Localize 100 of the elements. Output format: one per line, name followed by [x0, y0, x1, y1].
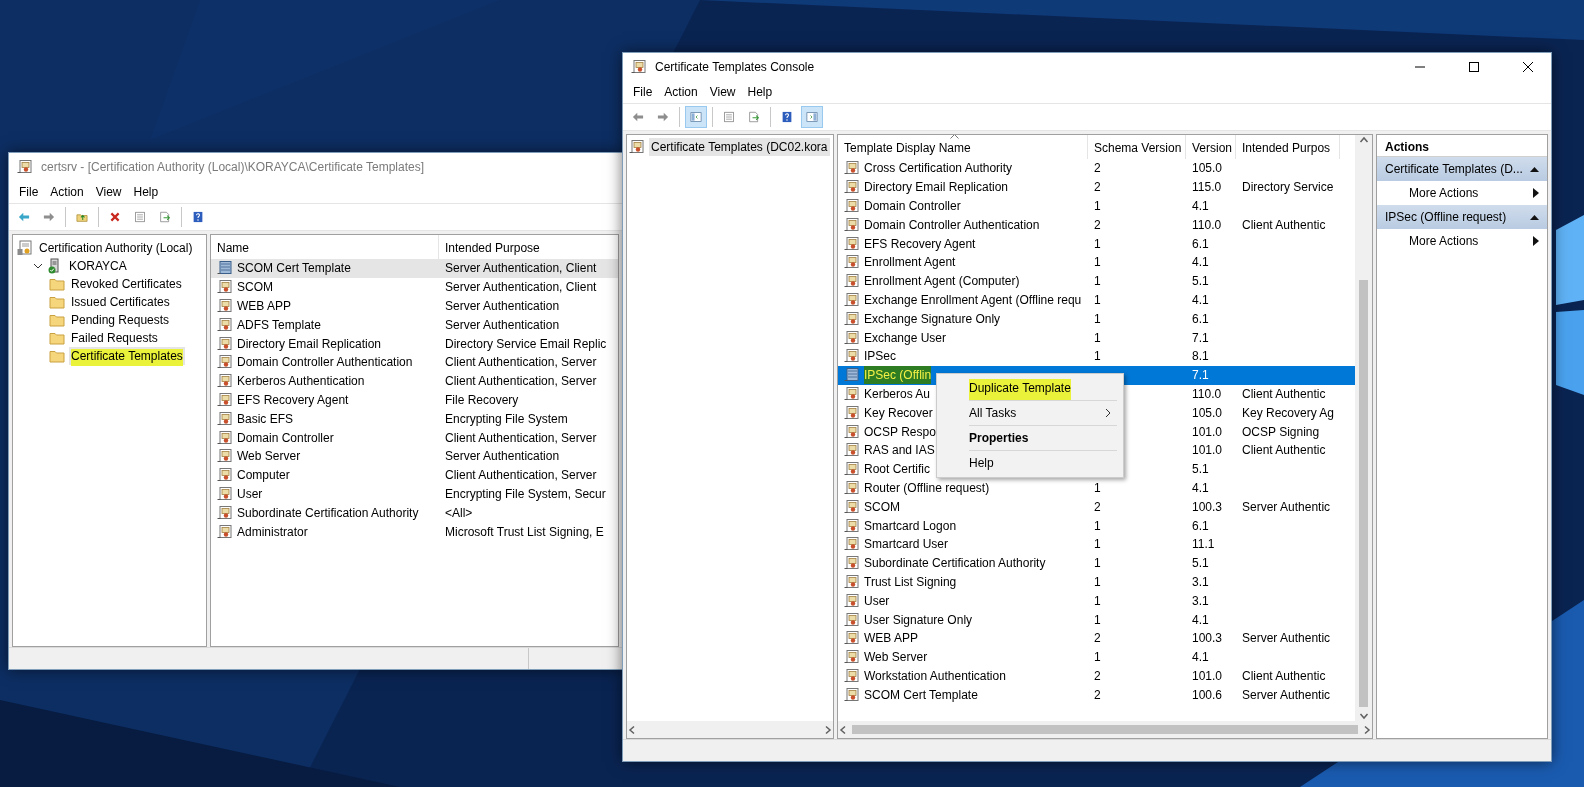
scroll-down-icon[interactable]	[1358, 711, 1369, 721]
certificate-icon	[217, 298, 233, 314]
table-cell-text: 7.1	[1192, 329, 1209, 347]
table-cell-text: SCOM Cert Template	[864, 686, 978, 704]
list-row[interactable]: Computer Client Authentication, Server	[211, 465, 618, 485]
window-title: certsrv - [Certification Authority (Local)\KORAYCA\Certificate Templates]	[41, 159, 425, 176]
action-group-header[interactable]: IPSec (Offline request)	[1377, 205, 1547, 229]
certificate-icon	[844, 310, 860, 327]
column-header[interactable]: Template Display Name	[838, 135, 1088, 159]
menu-item[interactable]: Action	[44, 181, 90, 203]
table-cell-text: Subordinate Certification Authority	[864, 555, 1046, 573]
tree-item[interactable]: Certificate Templates	[69, 347, 185, 365]
certificate-icon	[217, 429, 233, 446]
table-cell-text: Web Server	[864, 649, 928, 667]
certificate-icon	[844, 235, 860, 252]
table-cell-text: 105.0	[1192, 404, 1223, 422]
scrollbar-thumb[interactable]	[1359, 279, 1368, 707]
table-cell-text: Key Recovery Ag	[1242, 404, 1335, 422]
list-row[interactable]: Kerberos Authentication Client Authentication, Server	[211, 371, 618, 391]
tree-item[interactable]: Pending Requests	[69, 311, 172, 329]
table-cell-text: Exchange Signature Only	[864, 310, 1001, 328]
table-cell-text: 6.1	[1192, 310, 1209, 328]
certificate-icon	[844, 291, 860, 308]
scroll-left-icon[interactable]	[627, 724, 637, 735]
table-cell-text: 4.1	[1192, 649, 1209, 667]
table-cell-text: 2	[1094, 686, 1101, 704]
menu-item[interactable]: Help	[939, 450, 1121, 475]
table-cell-text: Server Authentication, Client	[445, 260, 597, 278]
menu-item[interactable]: View	[89, 181, 128, 203]
menu-item[interactable]: File	[627, 81, 659, 103]
table-cell-text: 4.1	[1192, 611, 1209, 629]
action-pane-icon[interactable]	[801, 106, 823, 128]
table-cell-text: EFS Recovery Agent	[864, 235, 976, 253]
tree-item[interactable]: KORAYCA	[67, 257, 129, 275]
menu-item[interactable]: Duplicate Template	[939, 375, 1121, 400]
table-cell-text: 6.1	[1192, 235, 1209, 253]
list-row[interactable]: EFS Recovery Agent File Recovery	[211, 390, 618, 410]
table-cell-text: Enrollment Agent (Computer)	[864, 273, 1020, 291]
menu-item[interactable]: File	[13, 181, 45, 203]
tree-item[interactable]: Failed Requests	[69, 329, 160, 347]
scroll-right-icon[interactable]	[1362, 724, 1372, 735]
table-cell-text: 1	[1094, 611, 1101, 629]
menu-item[interactable]: All Tasks	[939, 400, 1121, 425]
vertical-scrollbar[interactable]	[1355, 135, 1372, 721]
list-row[interactable]: User Encrypting File System, Secur	[211, 484, 618, 504]
column-header[interactable]: Version	[1186, 135, 1236, 159]
menu-item[interactable]: View	[703, 81, 742, 103]
list-row[interactable]: Web Server Server Authentication	[211, 446, 618, 466]
list-row[interactable]: ADFS Template Server Authentication	[211, 315, 618, 335]
table-cell-text: Smartcard User	[864, 536, 949, 554]
action-link[interactable]: More Actions	[1377, 181, 1547, 205]
menu-item[interactable]: Help	[741, 81, 779, 103]
list-row[interactable]: Subordinate Certification Authority <All>	[211, 503, 618, 523]
scroll-up-icon[interactable]	[1358, 135, 1369, 145]
table-cell-text: 5.1	[1192, 273, 1209, 291]
action-link[interactable]: More Actions	[1377, 229, 1547, 253]
tree-item[interactable]: Certificate Templates (DC02.kora	[649, 138, 830, 156]
window-title: Certificate Templates Console	[655, 59, 816, 76]
table-cell-text: User	[237, 485, 263, 503]
table-cell-text: Domain Controller	[864, 198, 961, 215]
menu-item[interactable]: Properties	[939, 425, 1121, 450]
menu-item[interactable]: Action	[658, 81, 704, 103]
scroll-right-icon[interactable]	[823, 724, 833, 735]
folder-icon	[49, 348, 65, 364]
table-cell-text: File Recovery	[445, 391, 519, 409]
table-cell-text: 1	[1094, 479, 1101, 497]
table-cell-text: 6.1	[1192, 517, 1209, 535]
collapse-icon	[1530, 214, 1539, 220]
folder-icon	[49, 330, 65, 346]
table-cell-text: Web Server	[237, 448, 301, 466]
list-row[interactable]: WEB APP Server Authentication	[211, 296, 618, 316]
tree-item[interactable]: Certification Authority (Local)	[37, 239, 195, 257]
list-row[interactable]: Domain Controller Authentication Client Authentication, Server	[211, 353, 618, 372]
scroll-left-icon[interactable]	[838, 724, 848, 735]
tree-item[interactable]: Revoked Certificates	[69, 275, 184, 293]
list-row[interactable]: Domain Controller Client Authentication, Server	[211, 428, 618, 447]
certificate-icon	[217, 373, 233, 390]
list-row[interactable]: Basic EFS Encrypting File System	[211, 409, 618, 429]
action-group-header[interactable]: Certificate Templates (D...	[1377, 157, 1547, 181]
tree-pane-icon[interactable]	[685, 106, 707, 128]
table-cell-text: Computer	[237, 467, 290, 485]
table-cell-text: 2	[1094, 630, 1101, 648]
horizontal-scrollbar[interactable]	[627, 721, 833, 738]
table-cell-text: 1	[1094, 592, 1101, 610]
table-cell-text: 115.0	[1192, 179, 1222, 197]
table-cell-text: Client Authentication, Server	[445, 373, 597, 391]
list-row[interactable]: Administrator Microsoft Trust List Signing, E	[211, 522, 618, 541]
table-cell-text: Client Authentic	[1242, 385, 1326, 403]
list-row[interactable]: SCOM Cert Template Server Authentication, Client	[211, 259, 618, 278]
certificate-icon	[217, 279, 233, 296]
tree-item[interactable]: Issued Certificates	[69, 293, 172, 311]
list-row[interactable]: SCOM Server Authentication, Client	[211, 277, 618, 297]
certificate-icon	[217, 523, 233, 540]
menu-item[interactable]: Help	[127, 181, 165, 203]
list-row[interactable]: Directory Email Replication Directory Service Email Replic	[211, 334, 618, 353]
column-header[interactable]: Schema Version	[1088, 135, 1186, 159]
horizontal-scrollbar[interactable]	[838, 721, 1372, 738]
column-header[interactable]: Intended Purpos	[1236, 135, 1340, 159]
table-cell-text: ADFS Template	[237, 316, 321, 334]
table-cell-text: EFS Recovery Agent	[237, 391, 349, 409]
